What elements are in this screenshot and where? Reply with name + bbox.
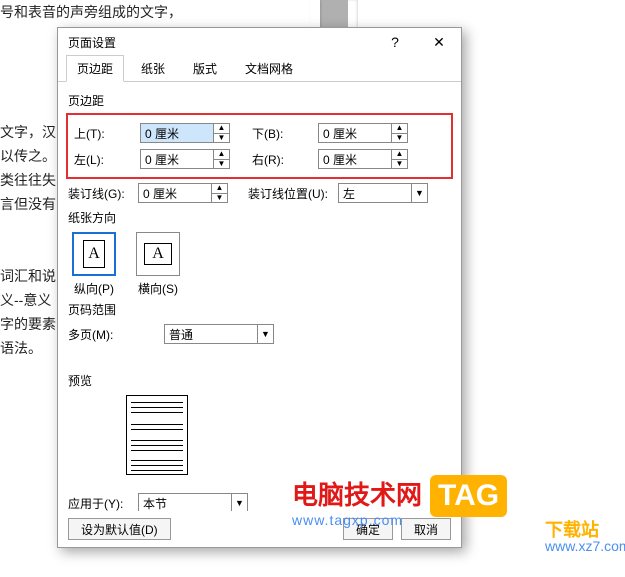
group-preview-label: 预览 bbox=[68, 372, 453, 389]
bg-text: 语法。 bbox=[0, 336, 42, 360]
margin-right-input[interactable]: 0 厘米 ▲ ▼ bbox=[318, 149, 408, 169]
margin-top-input[interactable]: 0 厘米 ▲ ▼ bbox=[140, 123, 230, 143]
gutter-input[interactable]: 0 厘米 ▲ ▼ bbox=[138, 183, 228, 203]
gutter-pos-dropdown[interactable]: 左 ▼ bbox=[338, 183, 428, 203]
bg-text: 词汇和说 bbox=[0, 264, 56, 288]
bg-text: 号和表音的声旁组成的文字， bbox=[0, 0, 182, 24]
multipage-value: 普通 bbox=[165, 325, 257, 343]
arrow-down-icon[interactable]: ▼ bbox=[212, 194, 227, 203]
chevron-down-icon[interactable]: ▼ bbox=[231, 494, 247, 511]
tab-margins[interactable]: 页边距 bbox=[66, 55, 124, 82]
spinner-arrows[interactable]: ▲ ▼ bbox=[211, 184, 227, 202]
tab-bar: 页边距 纸张 版式 文档网格 bbox=[58, 56, 461, 82]
bg-text: 言但没有 bbox=[0, 192, 56, 216]
margin-top-value[interactable]: 0 厘米 bbox=[141, 124, 213, 142]
bg-text: 义--意义 bbox=[0, 288, 51, 312]
page-glyph: A bbox=[144, 243, 172, 265]
group-pages-label: 页码范围 bbox=[68, 301, 453, 318]
watermark-tag-icon: TAG bbox=[430, 475, 507, 517]
margins-highlight: 上(T): 0 厘米 ▲ ▼ 下(B): 0 厘米 ▲ ▼ bbox=[66, 113, 453, 179]
close-button[interactable]: ✕ bbox=[417, 28, 461, 56]
margin-left-label: 左(L): bbox=[72, 151, 140, 168]
margin-bottom-input[interactable]: 0 厘米 ▲ ▼ bbox=[318, 123, 408, 143]
group-margins-label: 页边距 bbox=[68, 92, 453, 109]
landscape-icon[interactable]: A bbox=[136, 232, 180, 276]
arrow-down-icon[interactable]: ▼ bbox=[392, 134, 407, 143]
spinner-arrows[interactable]: ▲ ▼ bbox=[213, 150, 229, 168]
multipage-label: 多页(M): bbox=[66, 326, 138, 343]
watermark-url1: www.tagxp.com bbox=[292, 512, 422, 528]
tab-paper[interactable]: 纸张 bbox=[130, 55, 176, 82]
multipage-dropdown[interactable]: 普通 ▼ bbox=[164, 324, 274, 344]
spinner-arrows[interactable]: ▲ ▼ bbox=[391, 150, 407, 168]
chevron-down-icon[interactable]: ▼ bbox=[411, 184, 427, 202]
bg-text: 类往往失 bbox=[0, 168, 56, 192]
arrow-down-icon[interactable]: ▼ bbox=[214, 160, 229, 169]
apply-to-value: 本节 bbox=[139, 494, 231, 511]
margin-left-input[interactable]: 0 厘米 ▲ ▼ bbox=[140, 149, 230, 169]
spinner-arrows[interactable]: ▲ ▼ bbox=[391, 124, 407, 142]
dialog-titlebar[interactable]: 页面设置 ? ✕ bbox=[58, 28, 461, 56]
margin-left-value[interactable]: 0 厘米 bbox=[141, 150, 213, 168]
tab-grid[interactable]: 文档网格 bbox=[234, 55, 304, 82]
spinner-arrows[interactable]: ▲ ▼ bbox=[213, 124, 229, 142]
apply-to-label: 应用于(Y): bbox=[66, 495, 138, 512]
gutter-value[interactable]: 0 厘米 bbox=[139, 184, 211, 202]
gutter-pos-value: 左 bbox=[339, 184, 411, 202]
bg-text: 文字，汉 bbox=[0, 120, 56, 144]
page-setup-dialog: 页面设置 ? ✕ 页边距 纸张 版式 文档网格 页边距 上(T): 0 厘米 ▲… bbox=[57, 27, 462, 548]
apply-to-dropdown[interactable]: 本节 ▼ bbox=[138, 493, 248, 511]
gutter-pos-label: 装订线位置(U): bbox=[246, 185, 338, 202]
bg-text: 字的要素 bbox=[0, 312, 56, 336]
orientation-landscape[interactable]: A 横向(S) bbox=[136, 232, 180, 297]
watermark: 电脑技术网 www.tagxp.com TAG bbox=[292, 475, 507, 528]
watermark-url2: www.xz7.com bbox=[545, 538, 625, 554]
set-default-button[interactable]: 设为默认值(D) bbox=[68, 518, 171, 540]
margin-bottom-value[interactable]: 0 厘米 bbox=[319, 124, 391, 142]
margin-bottom-label: 下(B): bbox=[250, 125, 318, 142]
dialog-body: 页边距 上(T): 0 厘米 ▲ ▼ 下(B): 0 厘米 ▲ ▼ bbox=[58, 82, 461, 511]
gutter-label: 装订线(G): bbox=[66, 185, 138, 202]
portrait-label: 纵向(P) bbox=[74, 280, 114, 297]
preview-thumbnail bbox=[126, 395, 188, 475]
margin-right-value[interactable]: 0 厘米 bbox=[319, 150, 391, 168]
dialog-title: 页面设置 bbox=[68, 34, 373, 51]
bg-text: 以传之。 bbox=[0, 144, 56, 168]
chevron-down-icon[interactable]: ▼ bbox=[257, 325, 273, 343]
orientation-portrait[interactable]: A 纵向(P) bbox=[72, 232, 116, 297]
group-orientation-label: 纸张方向 bbox=[68, 209, 453, 226]
page-glyph: A bbox=[83, 240, 105, 268]
landscape-label: 横向(S) bbox=[138, 280, 178, 297]
margin-right-label: 右(R): bbox=[250, 151, 318, 168]
watermark-site1: 电脑技术网 www.tagxp.com bbox=[292, 475, 422, 528]
page-gap bbox=[320, 0, 348, 30]
arrow-down-icon[interactable]: ▼ bbox=[214, 134, 229, 143]
margin-top-label: 上(T): bbox=[72, 125, 140, 142]
arrow-down-icon[interactable]: ▼ bbox=[392, 160, 407, 169]
help-button[interactable]: ? bbox=[373, 28, 417, 56]
tab-layout[interactable]: 版式 bbox=[182, 55, 228, 82]
portrait-icon[interactable]: A bbox=[72, 232, 116, 276]
